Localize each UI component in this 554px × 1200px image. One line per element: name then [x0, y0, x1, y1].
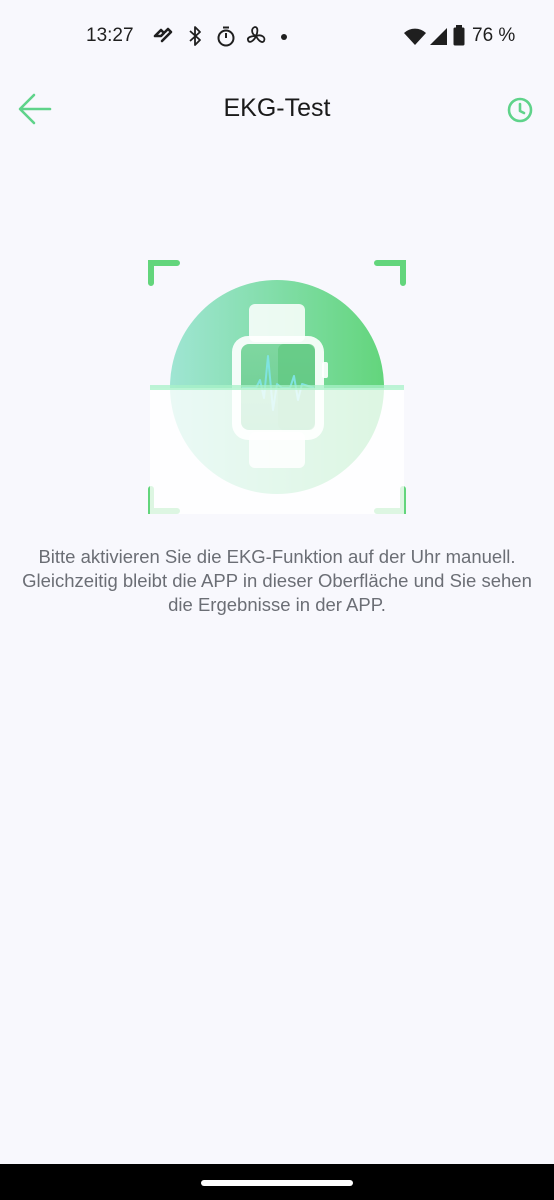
home-indicator[interactable]	[201, 1180, 353, 1186]
fan-icon	[246, 26, 266, 43]
wifi-icon	[404, 28, 426, 45]
battery-icon	[453, 25, 465, 46]
dot-icon	[281, 34, 287, 40]
status-time: 13:27	[86, 25, 134, 46]
stopwatch-icon	[217, 26, 235, 47]
status-bar: 13:27 76 %	[0, 0, 554, 72]
battery-percent: 76 %	[472, 25, 516, 46]
watch-ecg-icon	[148, 260, 406, 514]
instruction-text: Bitte aktivieren Sie die EKG-Funktion au…	[22, 546, 532, 615]
page-title: EKG-Test	[223, 94, 331, 122]
signal-icon	[430, 28, 447, 45]
app-header: EKG-Test	[0, 72, 554, 146]
clock-icon	[507, 97, 533, 123]
history-button[interactable]	[504, 94, 536, 126]
ecg-illustration	[146, 258, 408, 520]
fitness-app-icon	[153, 27, 173, 43]
bluetooth-icon	[189, 26, 201, 46]
